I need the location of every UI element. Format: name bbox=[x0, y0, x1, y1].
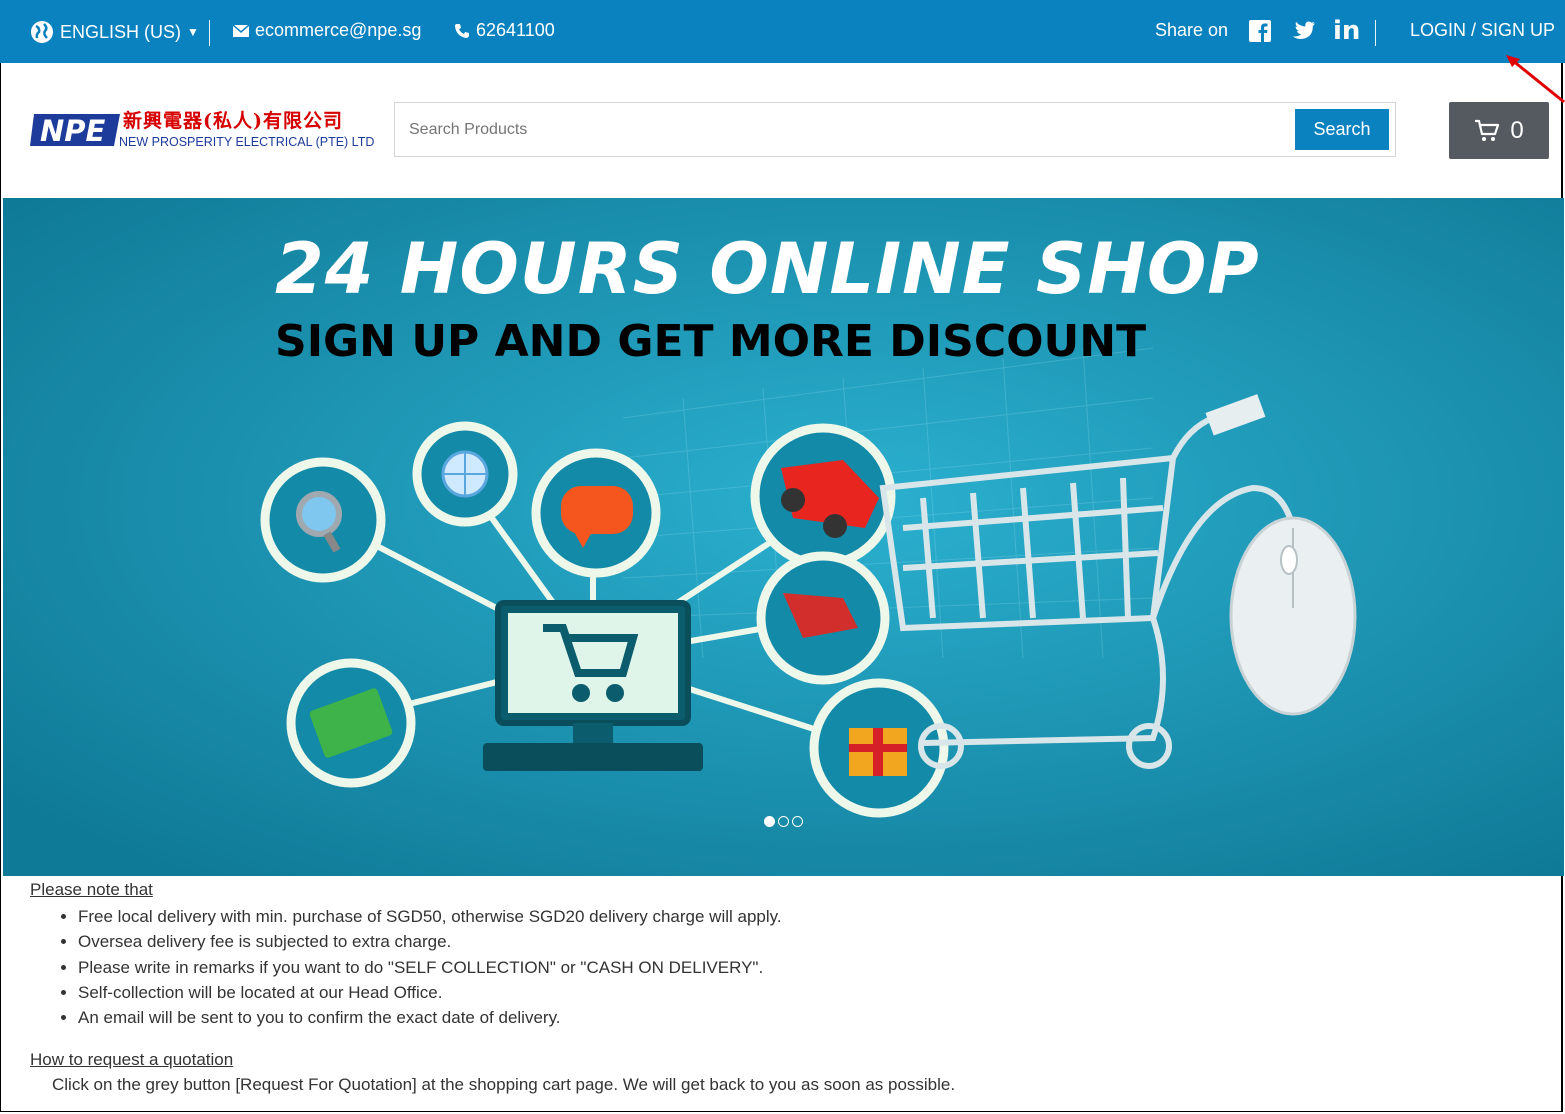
email-link[interactable]: ecommerce@npe.sg bbox=[233, 20, 421, 41]
search-button[interactable]: Search bbox=[1295, 109, 1389, 150]
hero-banner[interactable]: 24 HOURS ONLINE SHOP SIGN UP AND GET MOR… bbox=[3, 198, 1564, 876]
list-item: An email will be sent to you to confirm … bbox=[78, 1005, 782, 1030]
carousel-indicators bbox=[764, 816, 803, 827]
english-company-name: NEW PROSPERITY ELECTRICAL (PTE) LTD bbox=[119, 135, 375, 149]
divider bbox=[209, 20, 210, 46]
notes-heading: Please note that bbox=[30, 880, 153, 899]
facebook-icon[interactable] bbox=[1249, 20, 1271, 47]
linkedin-icon[interactable]: in bbox=[1333, 16, 1360, 46]
login-signup-text: LOGIN / SIGN UP bbox=[1410, 20, 1556, 40]
banner-title: 24 HOURS ONLINE SHOP bbox=[275, 228, 1260, 310]
carousel-dot-2[interactable] bbox=[778, 816, 789, 827]
cart-button[interactable]: 0 bbox=[1449, 102, 1549, 159]
envelope-icon bbox=[233, 24, 249, 37]
notes-list: Free local delivery with min. purchase o… bbox=[30, 904, 782, 1030]
phone-icon bbox=[455, 23, 469, 38]
search-input[interactable] bbox=[407, 120, 1271, 140]
list-item: Free local delivery with min. purchase o… bbox=[78, 904, 782, 929]
language-selector[interactable]: ENGLISH (US) ▼ bbox=[30, 20, 199, 44]
globe-icon bbox=[31, 21, 53, 43]
search-bar: Search bbox=[394, 102, 1396, 157]
carousel-dot-1[interactable] bbox=[764, 816, 775, 827]
logo-mark-text: NPE bbox=[40, 114, 106, 148]
chevron-down-icon: ▼ bbox=[187, 25, 199, 39]
top-bar: ENGLISH (US) ▼ ecommerce@npe.sg 62641100… bbox=[0, 0, 1565, 63]
phone-text: 62641100 bbox=[476, 20, 555, 40]
linkedin-text: in bbox=[1333, 16, 1361, 46]
share-label: Share on bbox=[1155, 20, 1228, 41]
annotation-arrow-icon bbox=[1506, 55, 1565, 104]
cart-count: 0 bbox=[1510, 116, 1524, 144]
carousel-dot-3[interactable] bbox=[792, 816, 803, 827]
list-item: Self-collection will be located at our H… bbox=[78, 980, 782, 1005]
delivery-notes: Please note that Free local delivery wit… bbox=[30, 880, 782, 1030]
divider bbox=[1375, 20, 1376, 46]
company-logo[interactable]: NPE 新興電器(私人)有限公司 NEW PROSPERITY ELECTRIC… bbox=[30, 110, 380, 155]
list-item: Oversea delivery fee is subjected to ext… bbox=[78, 929, 782, 954]
quotation-heading: How to request a quotation bbox=[30, 1050, 234, 1069]
share-text: Share on bbox=[1155, 20, 1229, 40]
quotation-text: Click on the grey button [Request For Qu… bbox=[52, 1075, 956, 1094]
twitter-icon[interactable] bbox=[1291, 20, 1315, 47]
list-item: Please write in remarks if you want to d… bbox=[78, 955, 782, 980]
language-label: ENGLISH (US) bbox=[60, 21, 182, 42]
login-signup-link[interactable]: LOGIN / SIGN UP bbox=[1410, 20, 1555, 41]
email-text: ecommerce@npe.sg bbox=[255, 20, 422, 40]
chinese-company-name: 新興電器(私人)有限公司 bbox=[123, 110, 343, 132]
cart-icon bbox=[1475, 119, 1500, 141]
phone-link[interactable]: 62641100 bbox=[454, 20, 555, 41]
banner-subtitle: SIGN UP AND GET MORE DISCOUNT bbox=[275, 316, 1147, 367]
